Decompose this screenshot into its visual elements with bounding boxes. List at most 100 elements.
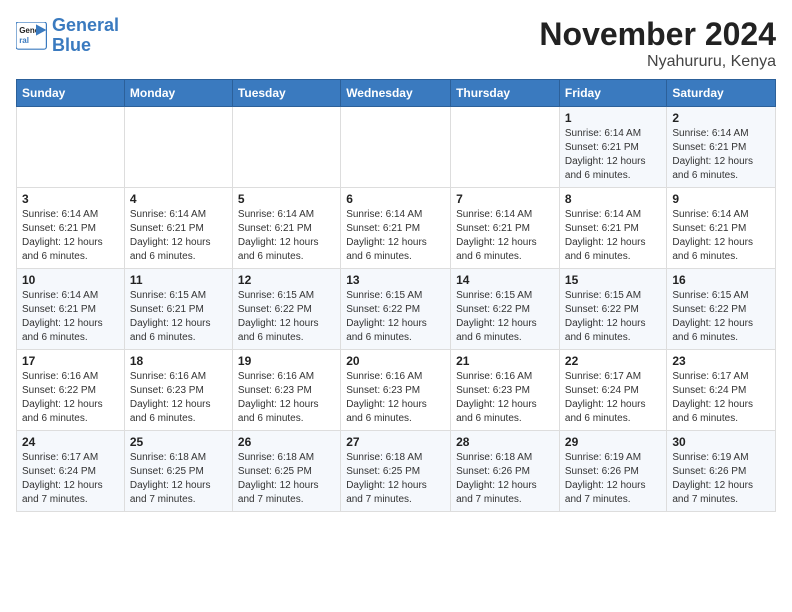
title-block: November 2024 Nyahururu, Kenya (539, 16, 776, 71)
day-detail: Sunrise: 6:14 AMSunset: 6:21 PMDaylight:… (565, 208, 661, 264)
calendar-cell: 4 Sunrise: 6:14 AMSunset: 6:21 PMDaylight… (124, 188, 232, 269)
day-detail: Sunrise: 6:14 AMSunset: 6:21 PMDaylight:… (238, 208, 335, 264)
calendar-table: SundayMondayTuesdayWednesdayThursdayFrid… (16, 79, 776, 512)
day-detail: Sunrise: 6:15 AMSunset: 6:22 PMDaylight:… (456, 289, 554, 345)
day-detail: Sunrise: 6:15 AMSunset: 6:22 PMDaylight:… (565, 289, 661, 345)
calendar-cell: 16Sunrise: 6:15 AMSunset: 6:22 PMDayligh… (667, 269, 776, 350)
day-detail: Sunrise: 6:14 AMSunset: 6:21 PMDaylight:… (565, 127, 661, 183)
day-detail: Sunrise: 6:16 AMSunset: 6:23 PMDaylight:… (130, 370, 227, 426)
day-number: 27 (346, 435, 445, 449)
day-detail: Sunrise: 6:18 AMSunset: 6:26 PMDaylight:… (456, 451, 554, 507)
day-detail: Sunrise: 6:17 AMSunset: 6:24 PMDaylight:… (672, 370, 770, 426)
calendar-cell: 14 Sunrise: 6:15 AMSunset: 6:22 PMDayligh… (451, 269, 560, 350)
calendar-cell: 18 Sunrise: 6:16 AMSunset: 6:23 PMDayligh… (124, 350, 232, 431)
calendar-cell (17, 107, 125, 188)
day-detail: Sunrise: 6:14 AMSunset: 6:21 PMDaylight:… (22, 208, 119, 264)
calendar-week-row: 1 Sunrise: 6:14 AMSunset: 6:21 PMDaylight… (17, 107, 776, 188)
day-number: 7 (456, 192, 554, 206)
calendar-cell (124, 107, 232, 188)
page-title: November 2024 (539, 16, 776, 53)
day-number: 26 (238, 435, 335, 449)
calendar-cell: 2Sunrise: 6:14 AMSunset: 6:21 PMDaylight… (667, 107, 776, 188)
day-detail: Sunrise: 6:16 AMSunset: 6:23 PMDaylight:… (456, 370, 554, 426)
day-number: 1 (565, 111, 661, 125)
calendar-cell: 25 Sunrise: 6:18 AMSunset: 6:25 PMDayligh… (124, 431, 232, 512)
page-subtitle: Nyahururu, Kenya (539, 53, 776, 71)
day-detail: Sunrise: 6:15 AMSunset: 6:22 PMDaylight:… (672, 289, 770, 345)
calendar-cell: 21 Sunrise: 6:16 AMSunset: 6:23 PMDayligh… (451, 350, 560, 431)
day-number: 4 (130, 192, 227, 206)
day-number: 30 (672, 435, 770, 449)
day-number: 19 (238, 354, 335, 368)
weekday-header: Wednesday (341, 80, 451, 107)
calendar-cell (341, 107, 451, 188)
calendar-week-row: 17Sunrise: 6:16 AMSunset: 6:22 PMDayligh… (17, 350, 776, 431)
calendar-cell: 24 Sunrise: 6:17 AMSunset: 6:24 PMDayligh… (17, 431, 125, 512)
day-number: 24 (22, 435, 119, 449)
weekday-header: Friday (559, 80, 666, 107)
calendar-cell: 3 Sunrise: 6:14 AMSunset: 6:21 PMDaylight… (17, 188, 125, 269)
day-detail: Sunrise: 6:14 AMSunset: 6:21 PMDaylight:… (456, 208, 554, 264)
calendar-cell: 1 Sunrise: 6:14 AMSunset: 6:21 PMDaylight… (559, 107, 666, 188)
day-number: 20 (346, 354, 445, 368)
weekday-header: Monday (124, 80, 232, 107)
day-detail: Sunrise: 6:14 AMSunset: 6:21 PMDaylight:… (346, 208, 445, 264)
day-detail: Sunrise: 6:17 AMSunset: 6:24 PMDaylight:… (565, 370, 661, 426)
calendar-week-row: 24 Sunrise: 6:17 AMSunset: 6:24 PMDayligh… (17, 431, 776, 512)
calendar-cell: 13Sunrise: 6:15 AMSunset: 6:22 PMDayligh… (341, 269, 451, 350)
page-header: Gene- ral General Blue November 2024 Nya… (16, 16, 776, 71)
svg-text:ral: ral (19, 36, 29, 45)
logo-icon: Gene- ral (16, 22, 48, 50)
day-number: 15 (565, 273, 661, 287)
calendar-cell: 12 Sunrise: 6:15 AMSunset: 6:22 PMDayligh… (232, 269, 340, 350)
day-number: 3 (22, 192, 119, 206)
weekday-header: Tuesday (232, 80, 340, 107)
calendar-cell: 9 Sunrise: 6:14 AMSunset: 6:21 PMDaylight… (667, 188, 776, 269)
day-number: 14 (456, 273, 554, 287)
day-number: 28 (456, 435, 554, 449)
day-number: 12 (238, 273, 335, 287)
calendar-cell: 8 Sunrise: 6:14 AMSunset: 6:21 PMDaylight… (559, 188, 666, 269)
calendar-body: 1 Sunrise: 6:14 AMSunset: 6:21 PMDaylight… (17, 107, 776, 512)
day-number: 21 (456, 354, 554, 368)
calendar-cell: 30Sunrise: 6:19 AMSunset: 6:26 PMDayligh… (667, 431, 776, 512)
day-number: 18 (130, 354, 227, 368)
day-number: 8 (565, 192, 661, 206)
calendar-cell: 28 Sunrise: 6:18 AMSunset: 6:26 PMDayligh… (451, 431, 560, 512)
calendar-cell (232, 107, 340, 188)
weekday-header: Thursday (451, 80, 560, 107)
calendar-week-row: 3 Sunrise: 6:14 AMSunset: 6:21 PMDaylight… (17, 188, 776, 269)
day-detail: Sunrise: 6:14 AMSunset: 6:21 PMDaylight:… (672, 208, 770, 264)
day-detail: Sunrise: 6:15 AMSunset: 6:22 PMDaylight:… (238, 289, 335, 345)
calendar-cell (451, 107, 560, 188)
day-number: 25 (130, 435, 227, 449)
logo: Gene- ral General Blue (16, 16, 119, 56)
day-detail: Sunrise: 6:15 AMSunset: 6:21 PMDaylight:… (130, 289, 227, 345)
day-detail: Sunrise: 6:18 AMSunset: 6:25 PMDaylight:… (346, 451, 445, 507)
calendar-cell: 26 Sunrise: 6:18 AMSunset: 6:25 PMDayligh… (232, 431, 340, 512)
calendar-cell: 15 Sunrise: 6:15 AMSunset: 6:22 PMDayligh… (559, 269, 666, 350)
day-number: 10 (22, 273, 119, 287)
day-number: 29 (565, 435, 661, 449)
day-detail: Sunrise: 6:17 AMSunset: 6:24 PMDaylight:… (22, 451, 119, 507)
day-detail: Sunrise: 6:18 AMSunset: 6:25 PMDaylight:… (130, 451, 227, 507)
calendar-cell: 6 Sunrise: 6:14 AMSunset: 6:21 PMDaylight… (341, 188, 451, 269)
day-number: 9 (672, 192, 770, 206)
day-number: 13 (346, 273, 445, 287)
calendar-cell: 22 Sunrise: 6:17 AMSunset: 6:24 PMDayligh… (559, 350, 666, 431)
day-number: 11 (130, 273, 227, 287)
calendar-cell: 17Sunrise: 6:16 AMSunset: 6:22 PMDayligh… (17, 350, 125, 431)
calendar-cell: 19Sunrise: 6:16 AMSunset: 6:23 PMDayligh… (232, 350, 340, 431)
day-detail: Sunrise: 6:16 AMSunset: 6:22 PMDaylight:… (22, 370, 119, 426)
day-detail: Sunrise: 6:14 AMSunset: 6:21 PMDaylight:… (130, 208, 227, 264)
day-number: 22 (565, 354, 661, 368)
logo-text: General Blue (52, 16, 119, 56)
day-number: 23 (672, 354, 770, 368)
calendar-cell: 29Sunrise: 6:19 AMSunset: 6:26 PMDayligh… (559, 431, 666, 512)
day-number: 5 (238, 192, 335, 206)
day-detail: Sunrise: 6:18 AMSunset: 6:25 PMDaylight:… (238, 451, 335, 507)
day-number: 2 (672, 111, 770, 125)
calendar-header: SundayMondayTuesdayWednesdayThursdayFrid… (17, 80, 776, 107)
calendar-cell: 7 Sunrise: 6:14 AMSunset: 6:21 PMDaylight… (451, 188, 560, 269)
day-number: 6 (346, 192, 445, 206)
